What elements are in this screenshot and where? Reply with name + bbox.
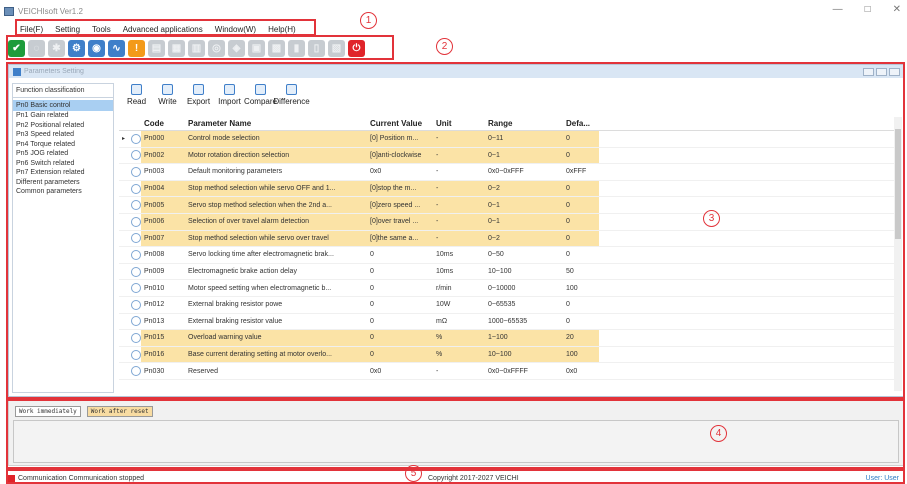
annotation-box-toolbar — [6, 35, 394, 60]
annotation-box-main — [6, 62, 905, 399]
app-icon — [4, 6, 14, 16]
annotation-1: 1 — [360, 12, 377, 29]
annotation-box-status — [6, 469, 905, 484]
annotation-4: 4 — [710, 425, 727, 442]
maximize-icon[interactable]: □ — [865, 4, 871, 15]
annotation-3: 3 — [703, 210, 720, 227]
annotation-box-bottom — [6, 399, 905, 469]
app-title: VEICHIsoft Ver1.2 — [18, 6, 83, 16]
close-icon[interactable]: ✕ — [893, 4, 901, 15]
annotation-box-menu — [15, 19, 316, 36]
window-controls: — □ ✕ — [833, 4, 901, 15]
annotation-2: 2 — [436, 38, 453, 55]
minimize-icon[interactable]: — — [833, 4, 843, 15]
annotation-5: 5 — [405, 465, 422, 482]
